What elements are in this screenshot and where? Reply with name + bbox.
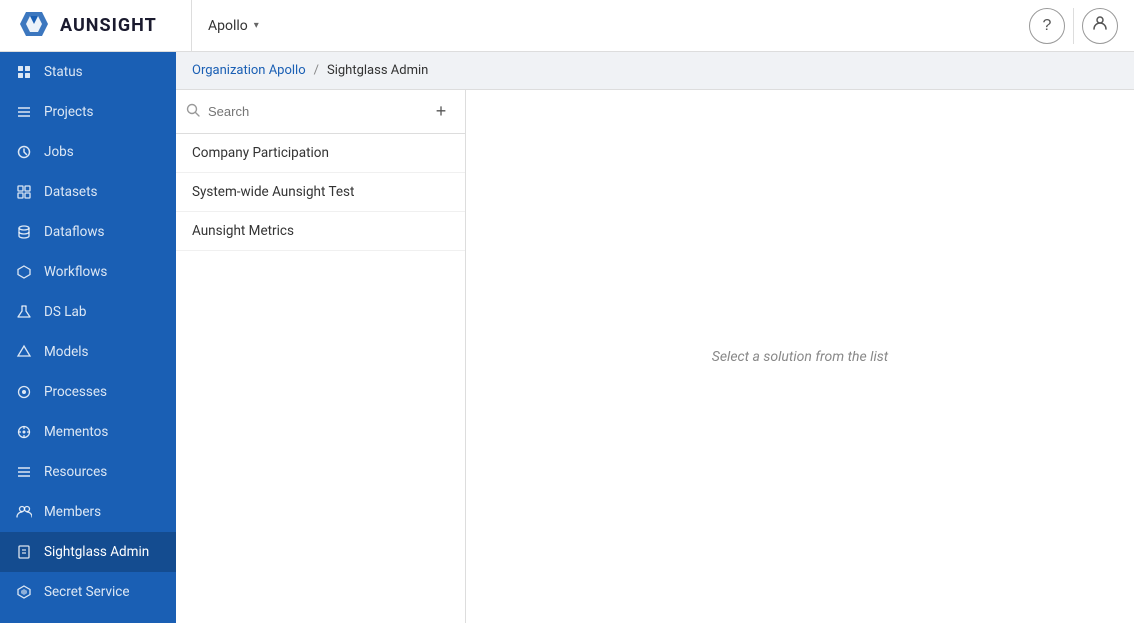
logo-icon [16, 8, 52, 44]
sidebar-item-secret-service[interactable]: Secret Service [0, 572, 176, 612]
sidebar-item-label-workflows: Workflows [44, 264, 107, 280]
members-icon [14, 502, 34, 522]
logo-text: AUNSIGHT [60, 15, 157, 36]
sidebar-item-workflows[interactable]: Workflows [0, 252, 176, 292]
sidebar-item-label-resources: Resources [44, 464, 107, 480]
resources-icon [14, 462, 34, 482]
sidebar-item-status[interactable]: Status [0, 52, 176, 92]
breadcrumb-current: Sightglass Admin [327, 63, 428, 78]
nav-vertical-separator [1073, 8, 1074, 44]
sidebar-item-query[interactable]: Query [0, 612, 176, 623]
sidebar-item-mementos[interactable]: Mementos [0, 412, 176, 452]
sidebar-item-label-datasets: Datasets [44, 184, 97, 200]
mementos-icon [14, 422, 34, 442]
sidebar-item-label-status: Status [44, 64, 83, 80]
sidebar-item-sightglass-admin[interactable]: Sightglass Admin [0, 532, 176, 572]
user-button[interactable] [1082, 8, 1118, 44]
content-inner: + Company ParticipationSystem-wide Aunsi… [176, 90, 1134, 623]
sidebar-item-label-dataflows: Dataflows [44, 224, 104, 240]
projects-icon [14, 102, 34, 122]
list-item[interactable]: System-wide Aunsight Test [176, 173, 465, 212]
add-solution-button[interactable]: + [427, 98, 455, 126]
sidebar-item-label-models: Models [44, 344, 89, 360]
sidebar-item-jobs[interactable]: Jobs [0, 132, 176, 172]
user-icon [1092, 15, 1108, 36]
search-input[interactable] [208, 98, 419, 126]
list-item[interactable]: Aunsight Metrics [176, 212, 465, 251]
sidebar-item-label-mementos: Mementos [44, 424, 108, 440]
dataflows-icon [14, 222, 34, 242]
processes-icon [14, 382, 34, 402]
sidebar-item-label-processes: Processes [44, 384, 107, 400]
sidebar-item-projects[interactable]: Projects [0, 92, 176, 132]
search-icon [186, 103, 200, 121]
workflows-icon [14, 262, 34, 282]
sidebar: Status Projects Jobs Datasets Dataflows Workf… [0, 52, 176, 623]
list-panel: + Company ParticipationSystem-wide Aunsi… [176, 90, 466, 623]
sidebar-item-ds-lab[interactable]: DS Lab [0, 292, 176, 332]
help-icon: ? [1043, 17, 1052, 35]
sidebar-item-dataflows[interactable]: Dataflows [0, 212, 176, 252]
nav-separator [191, 0, 192, 52]
workspace-selector[interactable]: Apollo ▾ [208, 18, 259, 34]
main-layout: Status Projects Jobs Datasets Dataflows Workf… [0, 52, 1134, 623]
secret-service-icon [14, 582, 34, 602]
nav-right: ? [1029, 8, 1118, 44]
ds-lab-icon [14, 302, 34, 322]
sidebar-item-label-jobs: Jobs [44, 144, 74, 160]
datasets-icon [14, 182, 34, 202]
status-icon [14, 62, 34, 82]
sidebar-item-models[interactable]: Models [0, 332, 176, 372]
top-nav: AUNSIGHT Apollo ▾ ? [0, 0, 1134, 52]
content-area: Organization Apollo / Sightglass Admin + [176, 52, 1134, 623]
detail-panel: Select a solution from the list [466, 90, 1134, 623]
sidebar-item-label-sightglass-admin: Sightglass Admin [44, 544, 149, 560]
models-icon [14, 342, 34, 362]
breadcrumb-separator: / [314, 63, 319, 78]
sidebar-item-members[interactable]: Members [0, 492, 176, 532]
sidebar-item-label-ds-lab: DS Lab [44, 304, 86, 320]
chevron-down-icon: ▾ [254, 20, 259, 31]
sidebar-item-processes[interactable]: Processes [0, 372, 176, 412]
list-item[interactable]: Company Participation [176, 134, 465, 173]
detail-empty-message: Select a solution from the list [712, 349, 888, 365]
list-toolbar: + [176, 90, 465, 134]
solution-list: Company ParticipationSystem-wide Aunsigh… [176, 134, 465, 251]
workspace-name: Apollo [208, 18, 248, 34]
sidebar-item-label-members: Members [44, 504, 101, 520]
help-button[interactable]: ? [1029, 8, 1065, 44]
breadcrumb: Organization Apollo / Sightglass Admin [176, 52, 1134, 90]
logo-area: AUNSIGHT [16, 8, 191, 44]
sidebar-item-resources[interactable]: Resources [0, 452, 176, 492]
sidebar-item-label-projects: Projects [44, 104, 94, 120]
breadcrumb-link[interactable]: Organization Apollo [192, 63, 306, 78]
jobs-icon [14, 142, 34, 162]
sightglass-admin-icon [14, 542, 34, 562]
sidebar-item-datasets[interactable]: Datasets [0, 172, 176, 212]
sidebar-item-label-secret-service: Secret Service [44, 584, 130, 600]
